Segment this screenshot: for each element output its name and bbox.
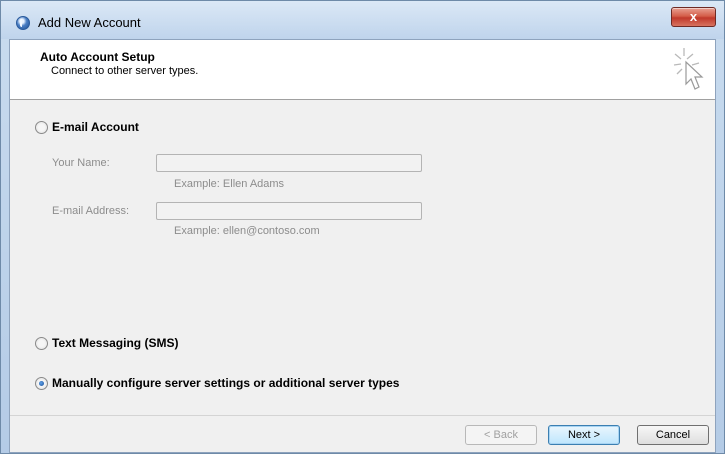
email-account-label[interactable]: E-mail Account <box>52 120 139 134</box>
email-address-label: E-mail Address: <box>52 205 130 217</box>
email-address-example: Example: ellen@contoso.com <box>174 225 320 237</box>
cancel-button[interactable]: Cancel <box>637 425 709 445</box>
your-name-label: Your Name: <box>52 157 110 169</box>
wizard-header: Auto Account Setup Connect to other serv… <box>10 40 715 100</box>
header-title: Auto Account Setup <box>40 50 155 64</box>
sms-radio[interactable] <box>35 337 48 350</box>
title-bar[interactable]: Add New Account x <box>1 1 724 39</box>
back-button[interactable]: < Back <box>465 425 537 445</box>
manual-config-label[interactable]: Manually configure server settings or ad… <box>52 376 399 390</box>
email-account-radio[interactable] <box>35 121 48 134</box>
window-title: Add New Account <box>38 15 141 30</box>
your-name-input[interactable] <box>156 154 422 172</box>
email-address-input[interactable] <box>156 202 422 220</box>
cursor-click-icon <box>673 48 704 90</box>
close-button[interactable]: x <box>671 7 716 27</box>
your-name-example: Example: Ellen Adams <box>174 178 285 190</box>
footer-divider <box>10 415 715 416</box>
outlook-icon <box>16 16 30 30</box>
dialog-body: Auto Account Setup Connect to other serv… <box>9 39 716 453</box>
next-button[interactable]: Next > <box>548 425 620 445</box>
sms-label[interactable]: Text Messaging (SMS) <box>52 336 178 350</box>
dialog-window: Add New Account x Auto Account Setup Con… <box>0 0 725 454</box>
header-subtitle: Connect to other server types. <box>51 65 199 77</box>
manual-config-radio[interactable] <box>35 377 48 390</box>
